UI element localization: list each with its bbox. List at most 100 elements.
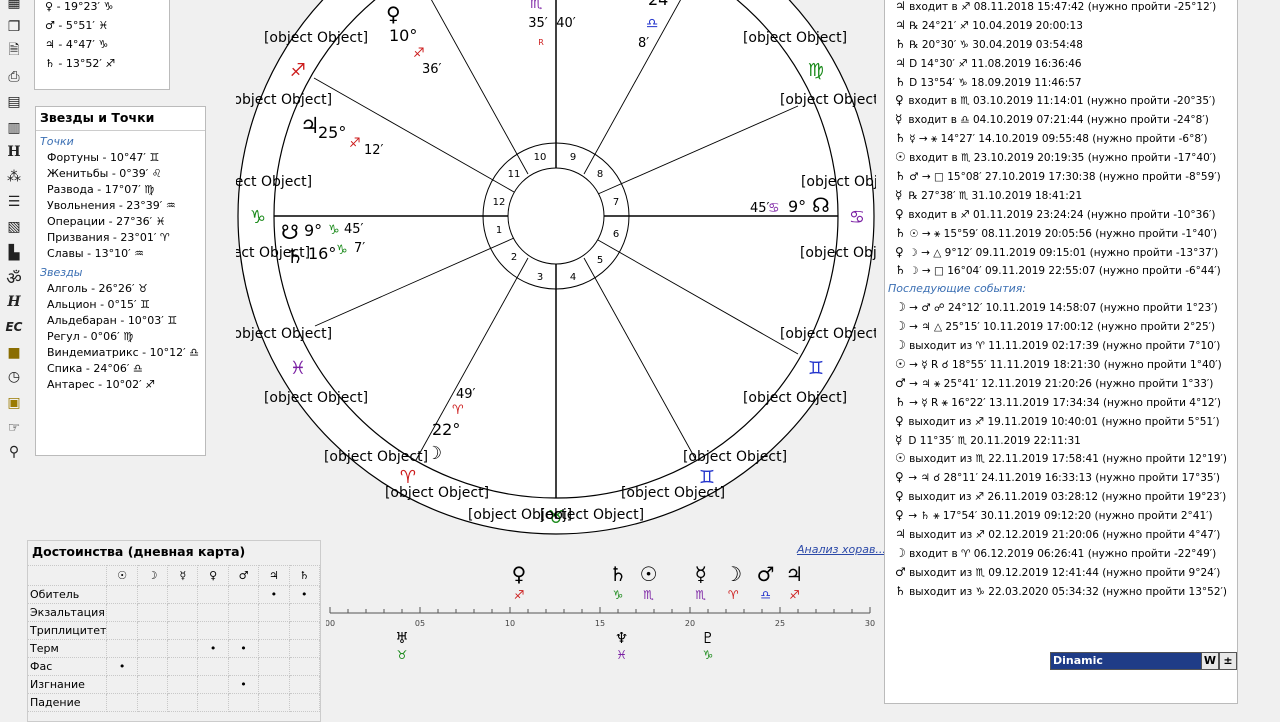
timeline-tick-label: 30 (865, 619, 875, 628)
cusp-degree: [object Object] (683, 449, 787, 465)
gemini2-icon: ♊ (808, 358, 824, 379)
timeline-planet-sign: ♈ (728, 588, 739, 602)
degree-timeline: 00 05 10 15 20 25 30 ♀ ♐ ♄ ♑ ☉ ♏ ☿ ♏ ☽ ♈ ♂ ♎ ♃ ♐ ♅ ♉ ♆ ♓ ♇ ♑ (325, 555, 881, 665)
report-icon[interactable]: ▤ (4, 93, 24, 111)
saturn-degree: 16° (308, 244, 336, 263)
event-row: ☿ D 11°35′ ♏ 20.11.2019 22:11:31 (885, 431, 1237, 450)
event-planet-icon: ♀ (895, 413, 904, 428)
timeline-planet-sign: ♐ (789, 588, 800, 602)
ec-icon[interactable]: EC (4, 318, 24, 336)
point-item: Увольнения - 23°39′ ♒ (47, 199, 176, 212)
dignities-table: ☉ ☽ ☿ ♀ ♂ ♃ ♄ Обитель • • Экзальтация Трип… (28, 565, 321, 712)
mercury-col: ☿ (167, 565, 199, 586)
table-row: Изгнание • (28, 675, 321, 694)
page-icon[interactable]: 🗎 (4, 42, 24, 60)
timeline-tick-label: 05 (415, 619, 425, 628)
mars-col: ♂ (227, 565, 260, 586)
jupiter-col: ♃ (258, 565, 290, 586)
event-text: ♂ → □ 15°08′ 27.10.2019 17:30:38 (нужно … (909, 171, 1221, 184)
retrograde-mark: R (538, 38, 544, 47)
dignities-panel: Достоинства (дневная карта) ☉ ☽ ☿ ♀ ♂ ♃ … (27, 540, 321, 722)
venus-glyph: ♀ (386, 2, 401, 26)
briefcase-icon[interactable]: ■ (4, 344, 24, 362)
h-script-icon[interactable]: H (4, 293, 24, 311)
jupiter-sign: ♐ (349, 136, 361, 151)
event-row: ☉ выходит из ♏ 22.11.2019 17:58:41 (нужн… (885, 449, 1237, 468)
star-item: Виндемиатрикс - 10°12′ ♎ (47, 346, 200, 359)
event-planet-icon: ♄ (895, 394, 906, 409)
timeline-planet-glyph: ♂ (757, 562, 775, 586)
zoom-icon[interactable]: ⚲ (4, 443, 24, 461)
event-planet-icon: ♀ (895, 489, 904, 504)
mode-select[interactable]: Dinamic (1050, 652, 1204, 670)
event-row: ☿ ℞ 27°38′ ♏ 31.10.2019 18:41:21 (885, 186, 1237, 205)
event-planet-icon: ☿ (895, 187, 903, 202)
sun-col: ☉ (106, 565, 138, 586)
timeline-outer-planet-glyph: ♅ (395, 629, 408, 647)
timeline-outer-planet-sign: ♉ (397, 648, 408, 662)
toggle-button[interactable]: ± (1219, 652, 1237, 670)
timeline-planet-sign: ♎ (760, 588, 771, 602)
table-icon[interactable]: ▦ (4, 0, 24, 12)
window-scrollbar[interactable] (1262, 0, 1280, 720)
timeline-tick-label: 10 (505, 619, 515, 628)
star-item: Регул - 0°06′ ♍ (47, 330, 134, 343)
event-text: выходит из ♏ 22.11.2019 17:58:41 (нужно … (909, 453, 1227, 466)
grid-icon[interactable]: ▥ (4, 119, 24, 137)
event-row: ☽ входит в ♈ 06.12.2019 06:26:41 (нужно … (885, 544, 1237, 563)
event-planet-icon: ☽ (895, 545, 906, 560)
jupiter-glyph: ♃ (300, 114, 320, 139)
circles-icon[interactable]: ⁂ (4, 168, 24, 186)
star-item: Спика - 24°06′ ♎ (47, 362, 143, 375)
event-text: → ♃ ☌ 28°11′ 24.11.2019 16:33:13 (нужно … (908, 472, 1221, 485)
event-text: входит в ♏ 23.10.2019 20:19:35 (нужно пр… (909, 152, 1217, 165)
timeline-planet-glyph: ♄ (609, 562, 627, 586)
hand-icon[interactable]: ☞ (4, 419, 24, 437)
bar-chart-icon[interactable]: ▙ (4, 244, 24, 262)
clock-icon[interactable]: ◷ (4, 368, 24, 386)
list-icon[interactable]: ☰ (4, 193, 24, 211)
event-text: ☽ → △ 9°12′ 09.11.2019 09:15:01 (нужно п… (908, 246, 1219, 259)
panel-title: Звезды и Точки (36, 107, 205, 131)
house-number: 10 (534, 152, 547, 163)
event-row: ☽ → ♂ ☍ 24°12′ 10.11.2019 14:58:07 (нужн… (885, 298, 1237, 317)
w-button[interactable]: W (1201, 652, 1219, 670)
timeline-planet-sign: ♑ (613, 588, 624, 602)
north-node-degree: 9° (788, 197, 806, 216)
event-row: ♄ ☉ → ⚹ 15°59′ 08.11.2019 20:05:56 (нужн… (885, 224, 1237, 243)
event-planet-icon: ♄ (895, 169, 906, 184)
scorpio-icon: ♏ (530, 0, 543, 12)
saturn-sign: ♑ (336, 243, 348, 258)
timeline-planet-sign: ♏ (643, 588, 654, 602)
copy-icon[interactable]: ❐ (4, 18, 24, 36)
event-planet-icon: ☉ (895, 451, 906, 466)
stack-icon[interactable]: ▧ (4, 218, 24, 236)
mode-control: Dinamic W ± (1050, 652, 1237, 670)
sagittarius-icon: ♐ (290, 60, 306, 81)
star-item: Альдебаран - 10°03′ ♊ (47, 314, 178, 327)
horoscope-wheel[interactable]: 1 2 3 4 5 6 7 8 9 10 11 12 ♐ ♑ ♓ ♈ ♉ ♊ ♊… (206, 0, 905, 535)
libra-icon: ♎ (646, 16, 659, 32)
event-planet-icon: ☽ (895, 300, 906, 315)
h-icon[interactable]: H (4, 143, 24, 161)
cusp-degree: [object Object] (800, 245, 876, 261)
timeline-planet-sign: ♐ (514, 588, 525, 602)
event-planet-icon: ♀ (895, 244, 904, 259)
timeline-planet-glyph: ☉ (640, 562, 658, 586)
event-row: ♃ D 14°30′ ♐ 11.08.2019 16:36:46 (885, 54, 1237, 73)
om-icon[interactable]: ॐ (4, 268, 24, 289)
point-item: Призвания - 23°01′ ♈ (47, 231, 170, 244)
capricorn-icon: ♑ (250, 207, 266, 228)
event-text: ℞ 24°21′ ♐ 10.04.2019 20:00:13 (909, 19, 1083, 32)
event-row: ♀ выходит из ♐ 19.11.2019 10:40:01 (нужн… (885, 412, 1237, 431)
cusp-degree: [object Object] (540, 507, 644, 523)
table-row: Триплицитет (28, 621, 321, 640)
venus-degree: 10° (389, 26, 417, 45)
printer-icon[interactable]: ⎙ (4, 68, 24, 86)
venus-minutes: 36′ (422, 62, 442, 77)
event-row: ♄ → ☿ R ⚹ 16°22′ 13.11.2019 17:34:34 (ну… (885, 393, 1237, 412)
star-item: Антарес - 10°02′ ♐ (47, 378, 155, 391)
event-text: входит в ♐ 08.11.2018 15:47:42 (нужно пр… (909, 1, 1217, 13)
image-icon[interactable]: ▣ (4, 394, 24, 412)
north-node-sign: ♋ (768, 201, 780, 216)
